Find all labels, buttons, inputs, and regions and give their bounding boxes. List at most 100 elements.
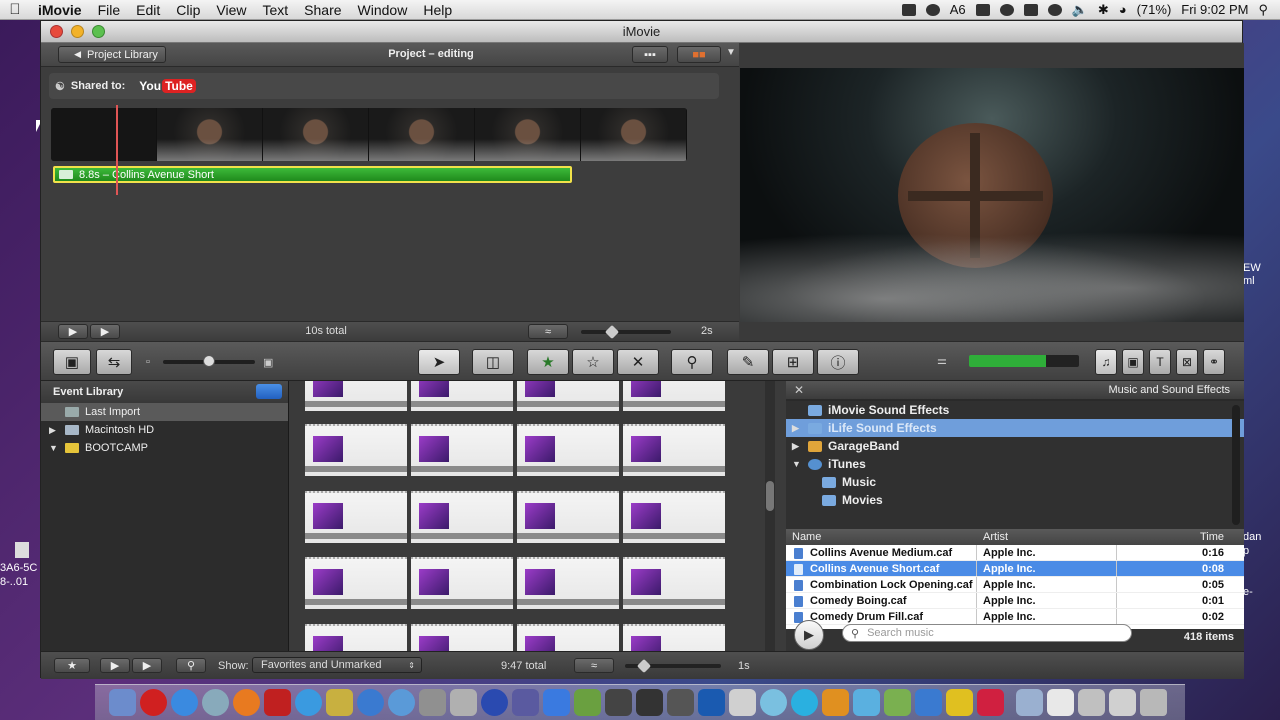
keyboard-dock-icon[interactable] [946, 689, 973, 716]
event-search-button[interactable]: ⚲ [176, 658, 206, 673]
event-library-item-macintosh-hd[interactable]: ▶ Macintosh HD [41, 421, 288, 439]
project-zoom-slider-knob[interactable] [604, 324, 620, 340]
utility-dock-icon[interactable] [419, 689, 446, 716]
source-itunes[interactable]: ▼ iTunes [786, 455, 1244, 473]
event-clip-thumbnail[interactable] [623, 424, 725, 476]
tool-dock-icon[interactable] [450, 689, 477, 716]
reject-button[interactable]: ✕ [617, 349, 659, 375]
photoshop-dock-icon[interactable] [698, 689, 725, 716]
event-library-item-bootcamp[interactable]: ▼ BOOTCAMP [41, 439, 288, 457]
pen-status-icon[interactable] [1023, 3, 1038, 16]
event-library-toggle-button[interactable] [256, 384, 282, 399]
mail-dock-icon[interactable] [543, 689, 570, 716]
battery-percent[interactable]: (71%) [1137, 2, 1172, 17]
song-row[interactable]: Comedy Drum Fill.caf Apple Inc. 0:02 [786, 609, 1244, 625]
close-icon[interactable]: ✕ [794, 383, 804, 397]
contacts-dock-icon[interactable] [760, 689, 787, 716]
video-clip-filmstrip[interactable] [51, 108, 687, 161]
minimize-window-icon[interactable] [71, 25, 84, 38]
inspector-button[interactable]: ⓘ [817, 349, 859, 375]
photo-browser-button[interactable]: ▣ [1122, 349, 1144, 375]
event-clip-thumbnail[interactable] [411, 381, 513, 411]
column-name-header[interactable]: Name [792, 531, 821, 543]
volume-icon[interactable]: 🔈 [1072, 2, 1088, 18]
play-event-button[interactable]: ▶ [132, 658, 162, 673]
theme-button[interactable]: ■■ [677, 46, 721, 63]
event-star-button[interactable]: ★ [54, 658, 90, 673]
event-clip-thumbnail[interactable] [305, 557, 407, 609]
source-music[interactable]: Music [786, 473, 1244, 491]
source-garageband[interactable]: ▶ GarageBand [786, 437, 1244, 455]
downloads-dock-icon[interactable] [915, 689, 942, 716]
app-dock-icon[interactable] [853, 689, 880, 716]
close-window-icon[interactable] [50, 25, 63, 38]
vlc-dock-icon[interactable] [822, 689, 849, 716]
show-filter-select[interactable]: Favorites and Unmarked ⇕ [252, 657, 422, 673]
firefox-dock-icon[interactable] [233, 689, 260, 716]
audio-waveform-button[interactable]: ≈ [528, 324, 568, 339]
column-time-header[interactable]: Time [1200, 531, 1224, 543]
event-clip-thumbnail[interactable] [623, 557, 725, 609]
system-dock-icon[interactable] [202, 689, 229, 716]
source-movies[interactable]: Movies [786, 491, 1244, 509]
event-clip-thumbnail[interactable] [623, 624, 725, 651]
crop-button[interactable]: ⊞ [772, 349, 814, 375]
add-to-project-button[interactable]: ◫ [472, 349, 514, 375]
dashboard-dock-icon[interactable] [388, 689, 415, 716]
event-clip-row[interactable] [305, 624, 725, 651]
folder-dock-icon[interactable] [1016, 689, 1043, 716]
skype-dock-icon[interactable] [791, 689, 818, 716]
select-tool-button[interactable]: ➤ [418, 349, 460, 375]
menu-app-name[interactable]: iMovie [30, 2, 90, 18]
itunes-dock-icon[interactable] [357, 689, 384, 716]
song-row[interactable]: Collins Avenue Medium.caf Apple Inc. 0:1… [786, 545, 1244, 561]
viewer-preview-image[interactable] [740, 68, 1244, 322]
preview-dock-icon[interactable] [729, 689, 756, 716]
video-dock-icon[interactable] [667, 689, 694, 716]
event-clip-thumbnail[interactable] [305, 491, 407, 543]
clapper-dock-icon[interactable] [636, 689, 663, 716]
column-artist-header[interactable]: Artist [983, 531, 1008, 543]
event-clip-thumbnail[interactable] [517, 491, 619, 543]
window-dock-icon-2[interactable] [1109, 689, 1136, 716]
event-clip-thumbnail[interactable] [411, 624, 513, 651]
import-camera-button[interactable]: ▣ [53, 349, 91, 375]
safari-dock-icon[interactable] [295, 689, 322, 716]
project-library-button[interactable]: ◀ Project Library [58, 46, 166, 63]
sync-status-icon[interactable] [925, 3, 940, 16]
window-dock-icon[interactable] [1078, 689, 1105, 716]
event-clip-row[interactable] [305, 557, 725, 609]
disclosure-triangle-down-icon[interactable]: ▼ [49, 443, 61, 453]
music-browser-button[interactable]: ♫ [1095, 349, 1117, 375]
eyedropper-button[interactable]: ✎ [727, 349, 769, 375]
disclosure-triangle-right-icon[interactable]: ▶ [792, 423, 804, 434]
menu-clip[interactable]: Clip [168, 2, 208, 18]
menu-edit[interactable]: Edit [128, 2, 168, 18]
book-dock-icon[interactable] [264, 689, 291, 716]
search-music-field[interactable]: ⚲ Search music [842, 624, 1132, 642]
disclosure-triangle-down-icon[interactable]: ▼ [792, 459, 804, 469]
game-dock-icon[interactable] [884, 689, 911, 716]
time-machine-icon[interactable] [1047, 3, 1062, 16]
event-browser[interactable] [290, 381, 775, 651]
event-clip-row[interactable] [305, 491, 725, 543]
project-menu-arrow-icon[interactable]: ▼ [726, 47, 736, 58]
swap-events-projects-button[interactable]: ⇆ [96, 349, 132, 375]
desktop-file-icon[interactable] [15, 542, 29, 558]
preview-play-button[interactable]: ▶ [794, 620, 824, 650]
song-row[interactable]: Comedy Boing.caf Apple Inc. 0:01 [786, 593, 1244, 609]
unmark-button[interactable]: ☆ [572, 349, 614, 375]
source-ilife-sound-effects[interactable]: ▶ iLife Sound Effects [786, 419, 1244, 437]
flash-dock-icon[interactable] [977, 689, 1004, 716]
final-cut-dock-icon[interactable] [605, 689, 632, 716]
camera-status-icon[interactable] [901, 3, 916, 16]
clipboard-status-icon[interactable] [975, 3, 990, 16]
menu-file[interactable]: File [90, 2, 129, 18]
imovie-star-dock-icon[interactable] [326, 689, 353, 716]
menu-window[interactable]: Window [350, 2, 416, 18]
event-clip-thumbnail[interactable] [517, 624, 619, 651]
event-zoom-slider-knob[interactable] [636, 658, 652, 674]
event-clip-row[interactable] [305, 381, 725, 411]
event-clip-thumbnail[interactable] [623, 491, 725, 543]
globe-dock-icon[interactable] [481, 689, 508, 716]
